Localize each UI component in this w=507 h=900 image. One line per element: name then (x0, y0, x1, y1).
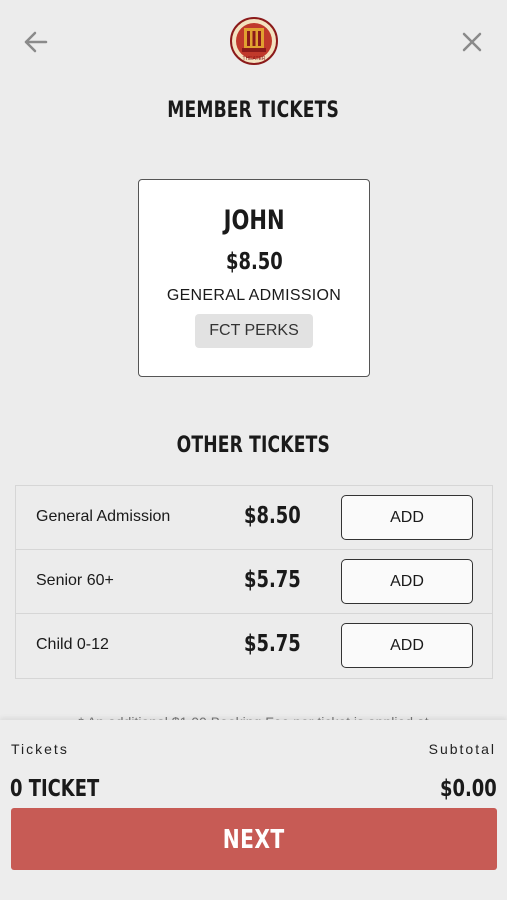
ticket-name: General Admission (36, 508, 171, 525)
top-bar: THEATER (0, 0, 507, 80)
subtotal-value: $0.00 (440, 776, 497, 802)
ticket-row-general-admission: General Admission $8.50 ADD (16, 486, 492, 550)
next-button[interactable]: NEXT (11, 808, 497, 870)
member-name: JOHN (223, 205, 285, 236)
other-tickets-title: OTHER TICKETS (176, 433, 331, 458)
ticket-price: $8.50 (244, 503, 301, 529)
perks-badge: FCT PERKS (195, 314, 313, 348)
subtotal-label: Subtotal (428, 741, 496, 757)
tickets-label: Tickets (11, 741, 69, 757)
theater-logo: THEATER (229, 16, 279, 66)
member-ticket-type: GENERAL ADMISSION (166, 287, 342, 304)
add-button-senior[interactable]: ADD (341, 559, 473, 604)
back-button[interactable] (22, 28, 50, 56)
ticket-price: $5.75 (244, 631, 301, 657)
svg-text:THEATER: THEATER (243, 56, 266, 62)
arrow-left-icon (24, 31, 48, 53)
ticket-price: $5.75 (244, 567, 301, 593)
close-button[interactable] (459, 29, 485, 55)
add-button-child[interactable]: ADD (341, 623, 473, 668)
member-ticket-card[interactable]: JOHN $8.50 GENERAL ADMISSION FCT PERKS (138, 179, 370, 377)
ticket-name: Senior 60+ (36, 572, 114, 589)
ticket-name: Child 0-12 (36, 636, 109, 653)
ticket-row-senior: Senior 60+ $5.75 ADD (16, 550, 492, 614)
ticket-table: General Admission $8.50 ADD Senior 60+ $… (15, 485, 493, 679)
checkout-footer: Tickets Subtotal 0 TICKET $0.00 NEXT (0, 720, 507, 900)
member-tickets-title: MEMBER TICKETS (167, 98, 340, 123)
member-price: $8.50 (225, 249, 283, 275)
add-button-general-admission[interactable]: ADD (341, 495, 473, 540)
ticket-count: 0 TICKET (10, 776, 100, 802)
close-icon (462, 32, 482, 52)
ticket-row-child: Child 0-12 $5.75 ADD (16, 614, 492, 678)
